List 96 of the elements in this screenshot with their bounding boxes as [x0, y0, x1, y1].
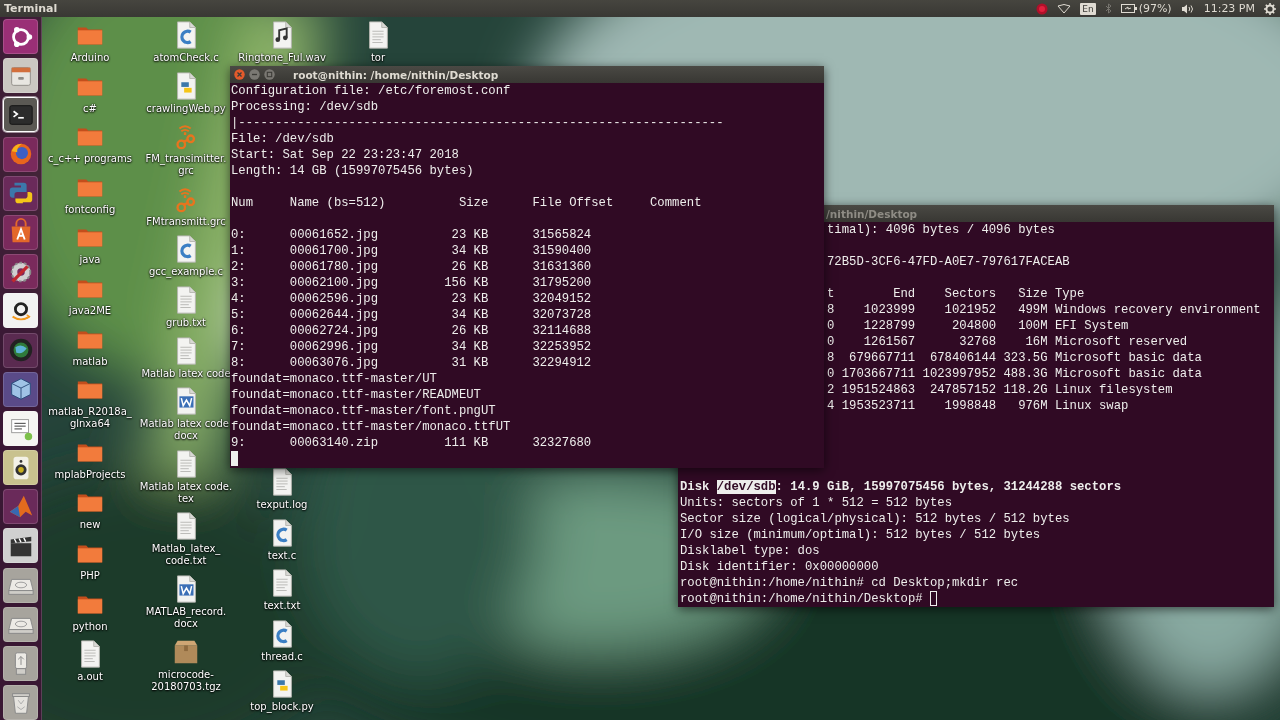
- terminal-line: Sector size (logical/physical): 512 bytes / 512 bytes: [680, 511, 1070, 527]
- terminal-line: 8 1023999 1021952 499M Windows recovery environment: [827, 302, 1261, 318]
- icon-label[interactable]: texput.log: [256, 499, 308, 512]
- terminal-line: Disk /dev/sdb: 14.9 GiB, 15997075456 bytes, 31244288 sectors: [680, 479, 1122, 495]
- window-title: Terminal: [4, 2, 58, 15]
- volume-icon[interactable]: [1180, 3, 1195, 14]
- launcher-button[interactable]: [3, 58, 38, 94]
- battery-percentage[interactable]: (97%): [1138, 2, 1172, 15]
- terminal-line: foundat=monaco.ttf-master/UT: [231, 372, 437, 387]
- minimize-icon[interactable]: [249, 69, 260, 80]
- icon-label[interactable]: thread.c: [261, 650, 303, 663]
- terminal-line: root@nithin:/home/nithin# cd Desktop;mkdir rec: [680, 575, 1019, 591]
- terminal-line: 0: 00061652.jpg 23 KB 31565824: [231, 227, 592, 243]
- maximize-icon[interactable]: [264, 69, 275, 80]
- clock[interactable]: 11:23 PM: [1203, 2, 1255, 15]
- launcher-button[interactable]: [3, 293, 38, 329]
- terminal-line: 5: 00062644.jpg 34 KB 32073728: [231, 307, 592, 323]
- terminal-line: foundat=monaco.ttf-master/READMEUT: [231, 387, 481, 403]
- record-icon[interactable]: [1036, 2, 1049, 15]
- icon-label[interactable]: tor: [370, 52, 386, 64]
- icon-label[interactable]: c#: [83, 102, 97, 115]
- icon-label[interactable]: Matlab latex code.tex: [139, 480, 233, 505]
- settings-icon[interactable]: [1264, 2, 1276, 15]
- icon-label[interactable]: new: [79, 519, 101, 532]
- launcher-button[interactable]: [3, 175, 38, 211]
- icon-label[interactable]: java2ME: [68, 304, 112, 317]
- launcher-button[interactable]: [3, 450, 38, 486]
- icon-label[interactable]: matlab_R2018a_glnxa64: [43, 406, 137, 431]
- launcher-button[interactable]: [3, 371, 38, 407]
- terminal-line: 9: 00063140.zip 111 KB 32327680: [231, 435, 592, 451]
- terminal-line: I/O size (minimum/optimal): 512 bytes / 512 bytes: [680, 527, 1041, 543]
- terminal-line: 0 1228799 204800 100M EFI System: [827, 318, 1129, 334]
- terminal-line: 8: 00063076.jpg 31 KB 32294912: [231, 355, 592, 370]
- terminal-line: 0 1703667711 1023997952 488.3G Microsoft basic data: [827, 366, 1202, 382]
- icon-label[interactable]: a.out: [77, 671, 103, 684]
- launcher-button[interactable]: [3, 410, 38, 446]
- terminal-line: 4: 00062596.jpg 23 KB 32049152: [231, 291, 592, 307]
- terminal-line: timal): 4096 bytes / 4096 bytes: [827, 222, 1055, 238]
- icon-label[interactable]: java: [79, 254, 101, 267]
- terminal-line: foundat=monaco.ttf-master/font.pngUT: [231, 403, 496, 419]
- icon-label[interactable]: Matlab latex code.docx: [139, 418, 233, 443]
- window-title: /nithin/Desktop: [826, 207, 918, 220]
- terminal-line: foundat=monaco.ttf-master/monaco.ttfUT: [231, 419, 511, 435]
- icon-label[interactable]: matlab: [72, 355, 108, 368]
- icon-label[interactable]: python: [72, 620, 108, 633]
- window-title: root@nithin: /home/nithin/Desktop: [293, 68, 499, 81]
- terminal-line: Processing: /dev/sdb: [231, 99, 379, 115]
- icon-label[interactable]: text.txt: [263, 600, 301, 613]
- terminal-line: Start: Sat Sep 22 23:23:47 2018: [231, 147, 459, 163]
- launcher-button[interactable]: [3, 214, 38, 250]
- terminal-line: 1: 00061700.jpg 34 KB 31590400: [231, 243, 592, 259]
- terminal-line: 6: 00062724.jpg 26 KB 32114688: [231, 323, 592, 339]
- terminal-line: Units: sectors of 1 * 512 = 512 bytes: [680, 495, 952, 511]
- terminal-line: Configuration file: /etc/foremost.conf: [231, 83, 511, 99]
- terminal-line: root@nithin:/home/nithin/Desktop#: [680, 591, 924, 607]
- terminal-line: 7: 00062996.jpg 34 KB 32253952: [231, 339, 592, 355]
- icon-label[interactable]: fontconfig: [64, 203, 116, 216]
- launcher-button[interactable]: [3, 97, 38, 133]
- terminal-line: 0 1261567 32768 16M Microsoft reserved: [827, 334, 1188, 350]
- icon-label[interactable]: FM_transimitter.grc: [139, 153, 233, 178]
- icon-label[interactable]: PHP: [80, 569, 100, 582]
- launcher-button[interactable]: [3, 19, 38, 54]
- icon-label[interactable]: atomCheck.c: [153, 52, 219, 64]
- terminal-line: |------------------------------------------------------------------: [231, 115, 724, 131]
- wifi-icon[interactable]: [1057, 3, 1072, 14]
- icon-label[interactable]: c_c++ programs: [48, 153, 132, 166]
- launcher-button[interactable]: [3, 528, 38, 564]
- launcher-button[interactable]: [3, 567, 38, 603]
- battery-icon[interactable]: [1120, 4, 1137, 13]
- icon-label[interactable]: Ringtone_Ful.wav: [238, 52, 326, 64]
- terminal-line: Length: 14 GB (15997075456 bytes): [231, 163, 474, 179]
- terminal-line: Disklabel type: dos: [680, 543, 820, 559]
- launcher-button[interactable]: [3, 606, 38, 642]
- terminal-line: 72B5D-3CF6-47FD-A0E7-797617FACEAB: [827, 254, 1070, 270]
- terminal-line: 3: 00062100.jpg 156 KB 31795200: [231, 275, 592, 291]
- terminal-line: 4 1953523711 1998848 976M Linux swap: [827, 398, 1129, 414]
- terminal-line: 2 1951524863 247857152 118.2G Linux filesystem: [827, 382, 1173, 398]
- icon-label[interactable]: MATLAB_record.docx: [139, 605, 233, 630]
- close-icon[interactable]: [234, 69, 245, 80]
- terminal-line: File: /dev/sdb: [231, 131, 334, 147]
- terminal-line: 2: 00061780.jpg 26 KB 31631360: [231, 259, 592, 275]
- bluetooth-icon[interactable]: [1104, 3, 1112, 14]
- icon-label[interactable]: text.c: [267, 549, 297, 562]
- terminal-line: Num Name (bs=512) Size File Offset Comment: [231, 195, 702, 211]
- icon-label[interactable]: Arduino: [70, 52, 110, 64]
- keyboard-layout-indicator[interactable]: En: [1080, 2, 1096, 15]
- icon-label[interactable]: mplabProjects: [54, 468, 126, 481]
- icon-label[interactable]: Matlab_latex_code.txt: [139, 543, 233, 568]
- launcher-button[interactable]: [3, 136, 38, 172]
- terminal-line: 8 679667711 678406144 323.5G Microsoft basic data: [827, 350, 1202, 366]
- icon-label[interactable]: top_block.py: [250, 701, 314, 714]
- launcher-button[interactable]: [3, 254, 38, 290]
- terminal-line: t End Sectors Size Type: [827, 286, 1085, 302]
- terminal-line: Disk identifier: 0x00000000: [680, 559, 879, 575]
- icon-label[interactable]: microcode-20180703.tgz: [139, 668, 233, 693]
- launcher-button[interactable]: [3, 332, 38, 368]
